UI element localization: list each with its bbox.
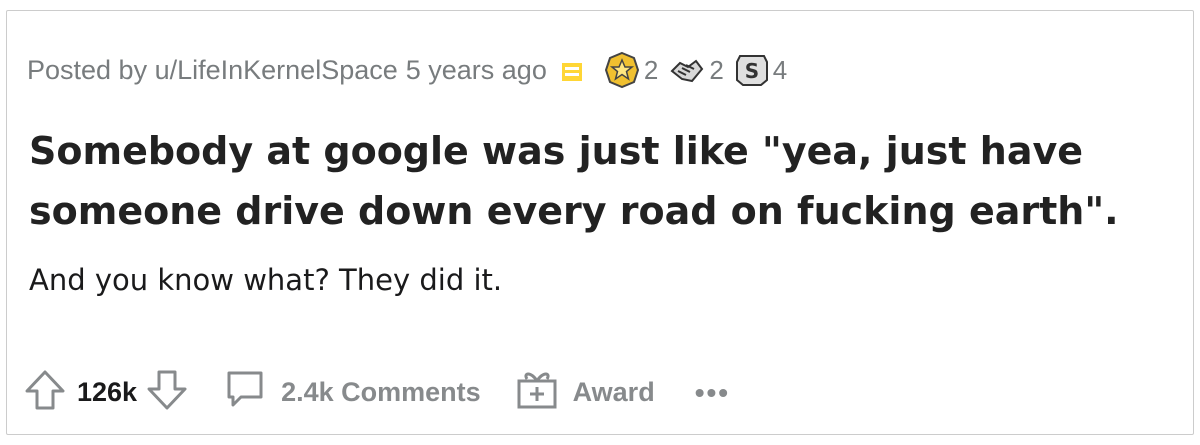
vote-controls: 126k <box>23 368 189 417</box>
comments-label: 2.4k Comments <box>281 377 481 407</box>
post-meta: Posted by u/LifeInKernelSpace 5 years ag… <box>27 51 797 89</box>
award-label: Award <box>572 377 655 407</box>
upvote-arrow-icon[interactable] <box>23 368 67 417</box>
gift-icon <box>515 367 559 418</box>
gold-star-award-icon <box>603 51 641 89</box>
comments-button[interactable]: 2.4k Comments <box>223 367 481 418</box>
more-options-icon[interactable]: ••• <box>695 377 730 409</box>
award-silver-count: 4 <box>772 54 788 85</box>
award-gold-count: 2 <box>643 54 659 85</box>
awards-list[interactable]: 2 2 S 4 <box>603 51 797 89</box>
svg-text:S: S <box>745 59 759 83</box>
post-actions: 126k 2.4k Comments Award ••• <box>23 367 730 418</box>
award-handshake-count: 2 <box>709 54 724 85</box>
award-silver[interactable]: S 4 <box>734 52 787 88</box>
handshake-award-icon <box>668 51 706 89</box>
award-button[interactable]: Award <box>515 367 655 418</box>
silver-s-award-icon: S <box>734 52 770 88</box>
post-body: And you know what? They did it. <box>29 263 503 297</box>
post-time[interactable]: 5 years ago <box>406 55 547 86</box>
post-card[interactable]: Posted by u/LifeInKernelSpace 5 years ag… <box>6 10 1194 435</box>
comment-bubble-icon <box>223 367 267 418</box>
downvote-arrow-icon[interactable] <box>145 368 189 417</box>
post-title[interactable]: Somebody at google was just like "yea, j… <box>29 121 1169 241</box>
award-gold[interactable]: 2 <box>603 51 658 89</box>
vote-score: 126k <box>77 377 138 407</box>
award-handshake[interactable]: 2 <box>668 51 724 89</box>
posted-by-user[interactable]: Posted by u/LifeInKernelSpace <box>27 55 398 86</box>
flair-icon <box>561 59 583 81</box>
